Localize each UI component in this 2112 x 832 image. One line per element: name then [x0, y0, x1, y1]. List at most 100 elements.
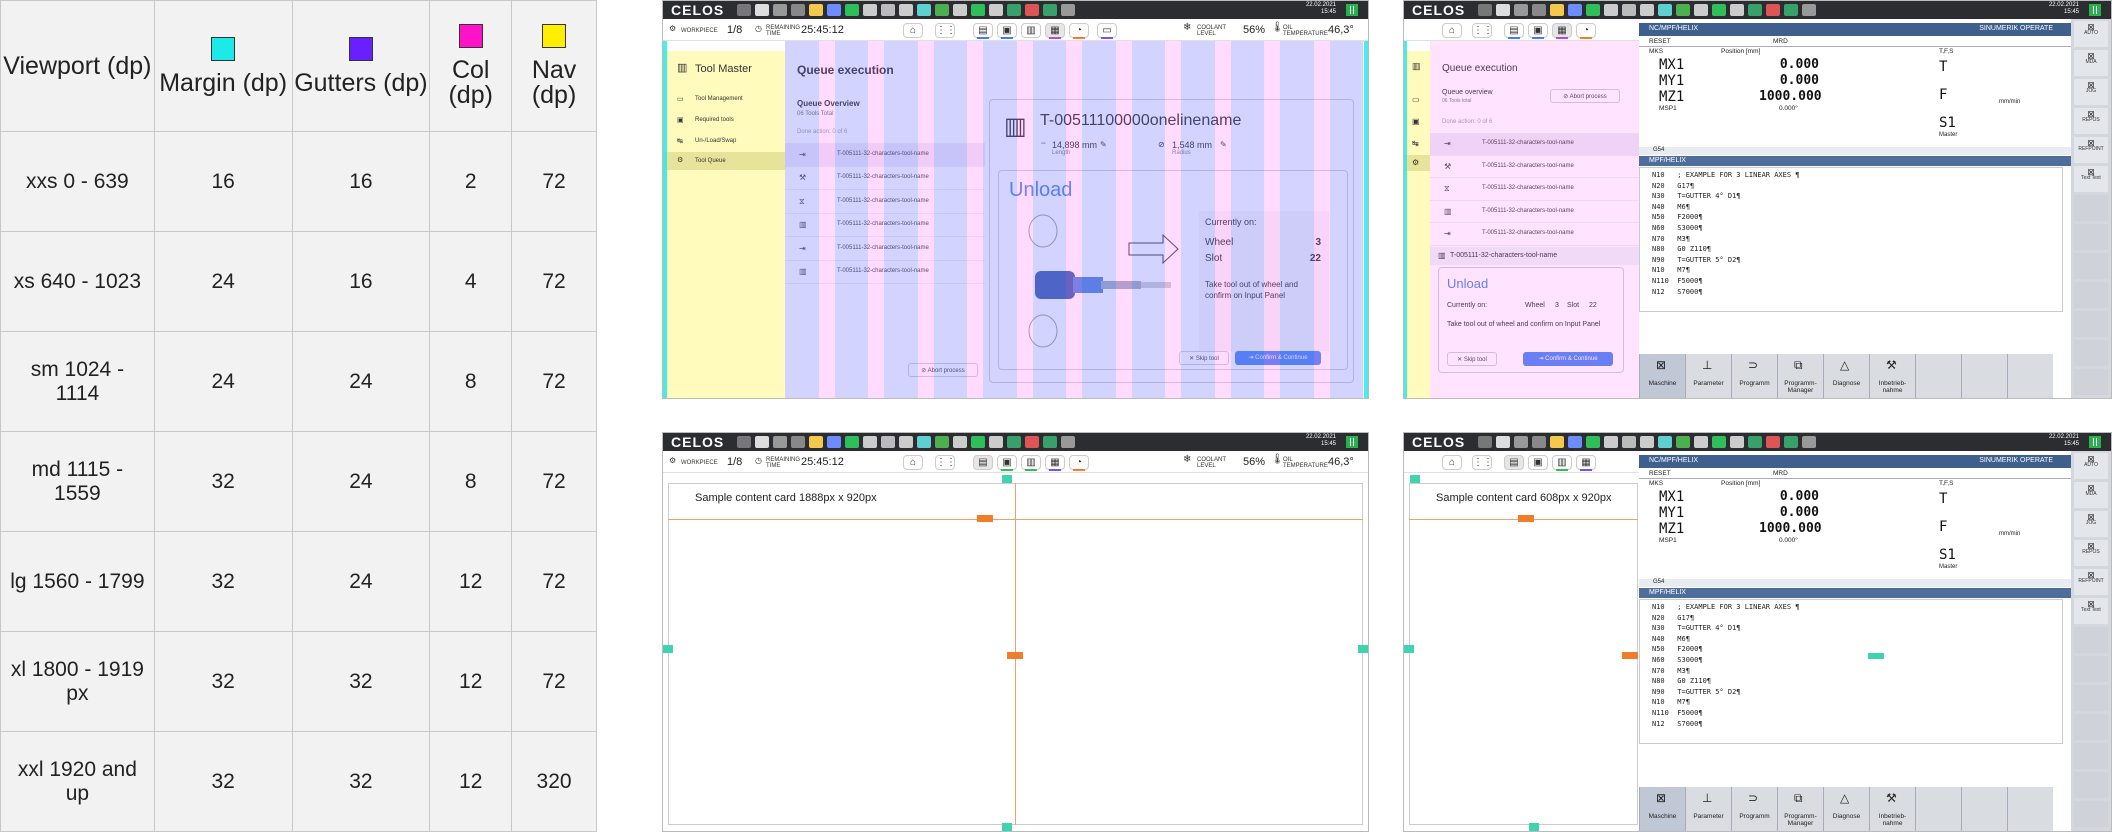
queue-item[interactable]: ▥ T-005111-32-characters-tool-name: [785, 261, 985, 284]
mode-key[interactable]: [2074, 311, 2108, 337]
app-button[interactable]: ▭: [1097, 23, 1117, 39]
softkey[interactable]: ⚒ Inbetrieb-nahme: [1869, 787, 1915, 831]
mode-key[interactable]: ⊠ Text Text: [2074, 598, 2108, 624]
phone-icon[interactable]: [971, 436, 985, 448]
softkey[interactable]: [1961, 787, 2007, 831]
globe-icon[interactable]: [1586, 436, 1600, 448]
app-icon[interactable]: [1061, 436, 1075, 448]
folder-icon[interactable]: [809, 4, 823, 16]
skip-tool-button[interactable]: ✕ Skip tool: [1179, 351, 1229, 365]
tool-master-icon[interactable]: ▥: [1412, 61, 1421, 72]
settings-icon[interactable]: [935, 436, 949, 448]
softkey[interactable]: [2007, 787, 2053, 831]
mode-key[interactable]: ⊠ REFPOINT: [2074, 137, 2108, 163]
tool-icon[interactable]: [881, 436, 895, 448]
gauge-icon[interactable]: [1604, 436, 1618, 448]
mode-key[interactable]: [2074, 627, 2108, 653]
folder-icon[interactable]: [809, 436, 823, 448]
folder-icon[interactable]: [1550, 436, 1564, 448]
tool-icon[interactable]: [1568, 436, 1582, 448]
mode-key[interactable]: ⊠ AUTO: [2074, 21, 2108, 47]
mode-key[interactable]: [2074, 714, 2108, 740]
mode-key[interactable]: ⊠ Text Text: [2074, 166, 2108, 192]
softkey[interactable]: ⧉ Programm-Manager: [1777, 787, 1823, 831]
tool-management-icon[interactable]: ▭: [1412, 95, 1420, 104]
queue-item[interactable]: ⚒ T-005111-32-characters-tool-name: [785, 167, 985, 190]
app-icon[interactable]: [1766, 4, 1780, 16]
home-button[interactable]: ⌂: [903, 23, 923, 38]
confirm-continue-button[interactable]: ⇥ Confirm & Continue: [1523, 352, 1613, 366]
apps-button[interactable]: ⋮⋮: [935, 455, 956, 470]
softkey[interactable]: [2007, 354, 2053, 398]
phone-icon[interactable]: [1712, 436, 1726, 448]
app-button[interactable]: ▥: [1021, 455, 1041, 471]
monitor-icon[interactable]: [791, 436, 805, 448]
wrench-icon[interactable]: [1640, 4, 1654, 16]
mode-key[interactable]: [2074, 772, 2108, 798]
app-button[interactable]: ◔: [1069, 23, 1089, 39]
window-icon[interactable]: [1514, 4, 1528, 16]
gauge-icon[interactable]: [863, 4, 877, 16]
mode-key[interactable]: ⊠ REPOS: [2074, 540, 2108, 566]
softkey[interactable]: ⊃ Programm: [1731, 787, 1777, 831]
tool-icon[interactable]: [1622, 4, 1636, 16]
app-button[interactable]: ◔: [1576, 23, 1596, 39]
app-icon[interactable]: [1784, 4, 1798, 16]
app-icon[interactable]: [1766, 436, 1780, 448]
app-button[interactable]: ▤: [1504, 23, 1524, 39]
app-icon[interactable]: [953, 4, 967, 16]
window-icon[interactable]: [755, 436, 769, 448]
pause-icon[interactable]: [2089, 436, 2101, 448]
softkey[interactable]: ⊥ Parameter: [1685, 787, 1731, 831]
mode-key[interactable]: [2074, 195, 2108, 221]
softkey[interactable]: ⊠ Maschine: [1639, 354, 1685, 398]
mode-key[interactable]: [2074, 224, 2108, 250]
tool-icon[interactable]: [1622, 436, 1636, 448]
settings-icon[interactable]: [1676, 4, 1690, 16]
app-button[interactable]: ▥: [1552, 455, 1572, 471]
monitor-icon[interactable]: [791, 4, 805, 16]
app-button[interactable]: ◔: [1069, 455, 1089, 471]
app-icon[interactable]: [1061, 4, 1075, 16]
monitor-icon[interactable]: [1532, 436, 1546, 448]
tool-icon[interactable]: [827, 436, 841, 448]
softkey[interactable]: ⊠ Maschine: [1639, 787, 1685, 831]
edit-icon[interactable]: ✎: [1220, 140, 1227, 149]
graph-icon[interactable]: [1658, 436, 1672, 448]
mode-key[interactable]: ⊠ JOG: [2074, 511, 2108, 537]
queue-item[interactable]: ▥ T-005111-32-characters-tool-name: [785, 214, 985, 237]
phone-icon[interactable]: [971, 4, 985, 16]
app-button[interactable]: ▣: [997, 455, 1017, 471]
wrench-icon[interactable]: [1640, 436, 1654, 448]
swap-icon[interactable]: ↹: [1412, 139, 1419, 148]
queue-item[interactable]: ⇥ T-005111-32-characters-tool-name: [1430, 223, 1639, 246]
app-icon[interactable]: [1802, 436, 1816, 448]
pause-icon[interactable]: [2089, 4, 2101, 16]
mode-key[interactable]: ⊠ JOG: [2074, 79, 2108, 105]
skip-tool-button[interactable]: ✕ Skip tool: [1447, 352, 1497, 366]
queue-item[interactable]: ⇥ T-005111-32-characters-tool-name: [785, 237, 985, 261]
mode-key[interactable]: ⊠ REPOS: [2074, 108, 2108, 134]
globe-icon[interactable]: [845, 436, 859, 448]
app-icon[interactable]: [1784, 436, 1798, 448]
window-icon[interactable]: [1478, 436, 1492, 448]
app-button[interactable]: ▥: [1021, 23, 1041, 38]
gauge-icon[interactable]: [863, 436, 877, 448]
home-button[interactable]: ⌂: [1442, 23, 1462, 38]
window-icon[interactable]: [737, 436, 751, 448]
tool-master-button[interactable]: ▦: [1045, 23, 1065, 39]
mode-key[interactable]: [2074, 743, 2108, 769]
wrench-icon[interactable]: [899, 436, 913, 448]
home-button[interactable]: ⌂: [1442, 455, 1462, 470]
wrench-icon[interactable]: [899, 4, 913, 16]
app-icon[interactable]: [1007, 436, 1021, 448]
home-button[interactable]: ⌂: [903, 455, 923, 470]
queue-item[interactable]: ⧖ T-005111-32-characters-tool-name: [1430, 178, 1639, 201]
tool-icon[interactable]: [827, 4, 841, 16]
softkey[interactable]: △ Diagnose: [1823, 354, 1869, 398]
phone-icon[interactable]: [1712, 4, 1726, 16]
required-tools-icon[interactable]: ▣: [1412, 117, 1420, 126]
window-icon[interactable]: [1478, 4, 1492, 16]
app-icon[interactable]: [953, 436, 967, 448]
edit-icon[interactable]: ✎: [1100, 140, 1107, 149]
